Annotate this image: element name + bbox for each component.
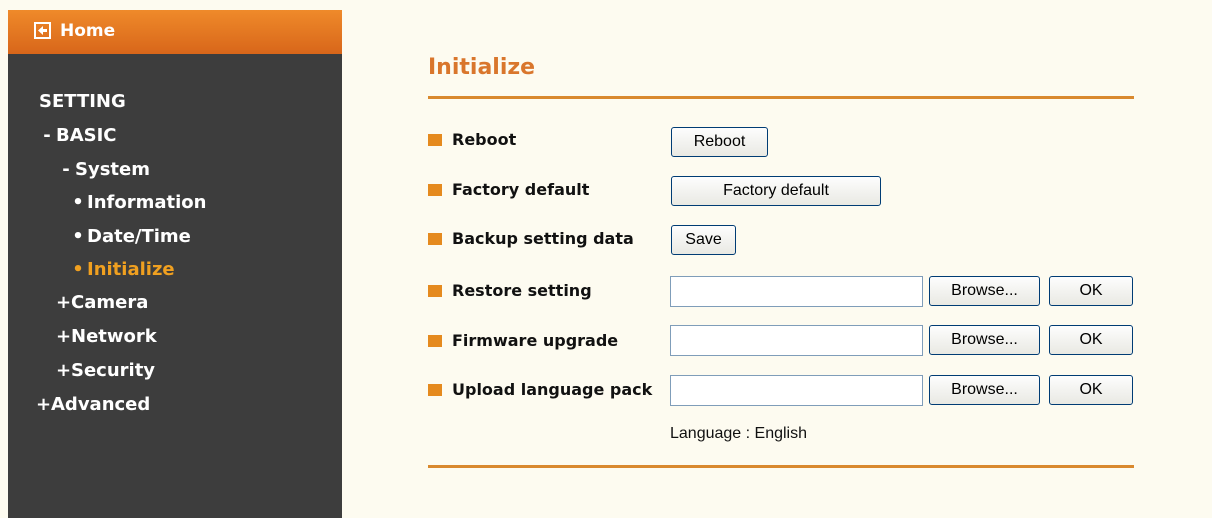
row-bullet <box>428 384 442 396</box>
sidebar-item-initialize[interactable]: • Initialize <box>72 259 174 280</box>
sidebar-item-camera[interactable]: +Camera <box>56 292 148 313</box>
home-link[interactable]: Home <box>8 10 342 54</box>
upload-language-pack-label: Upload language pack <box>452 380 653 399</box>
row-bullet <box>428 233 442 245</box>
title-divider <box>428 96 1134 99</box>
row-bullet <box>428 335 442 347</box>
language-ok-button[interactable]: OK <box>1049 375 1133 405</box>
firmware-browse-button[interactable]: Browse... <box>929 325 1040 355</box>
language-pack-file-input[interactable] <box>670 375 923 406</box>
page-title: Initialize <box>428 55 536 80</box>
firmware-upgrade-label: Firmware upgrade <box>452 331 619 350</box>
save-button[interactable]: Save <box>671 225 736 255</box>
factory-default-label: Factory default <box>452 180 590 199</box>
restore-ok-button[interactable]: OK <box>1049 276 1133 306</box>
home-label: Home <box>60 21 116 41</box>
sidebar-item-information[interactable]: • Information <box>72 192 206 213</box>
restore-setting-label: Restore setting <box>452 281 592 300</box>
factory-default-button[interactable]: Factory default <box>671 176 881 206</box>
current-language-text: Language : English <box>670 425 807 442</box>
sidebar-item-network[interactable]: +Network <box>56 326 157 347</box>
sidebar-item-date-time[interactable]: • Date/Time <box>72 226 191 247</box>
sidebar-item-basic[interactable]: - BASIC <box>41 125 116 146</box>
restore-browse-button[interactable]: Browse... <box>929 276 1040 306</box>
language-browse-button[interactable]: Browse... <box>929 375 1040 405</box>
row-bullet <box>428 134 442 146</box>
sidebar: Home SETTING - BASIC - System • Information… <box>8 10 342 518</box>
backup-setting-label: Backup setting data <box>452 229 634 248</box>
row-bullet <box>428 285 442 297</box>
firmware-ok-button[interactable]: OK <box>1049 325 1133 355</box>
firmware-file-input[interactable] <box>670 325 923 356</box>
sidebar-item-system[interactable]: - System <box>60 159 150 180</box>
restore-file-input[interactable] <box>670 276 923 307</box>
reboot-button[interactable]: Reboot <box>671 127 768 157</box>
sidebar-heading-setting: SETTING <box>39 91 126 112</box>
row-bullet <box>428 184 442 196</box>
bottom-divider <box>428 465 1134 468</box>
back-arrow-icon <box>34 22 51 39</box>
sidebar-item-security[interactable]: +Security <box>56 360 155 381</box>
sidebar-item-advanced[interactable]: +Advanced <box>36 394 150 415</box>
reboot-label: Reboot <box>452 130 517 149</box>
